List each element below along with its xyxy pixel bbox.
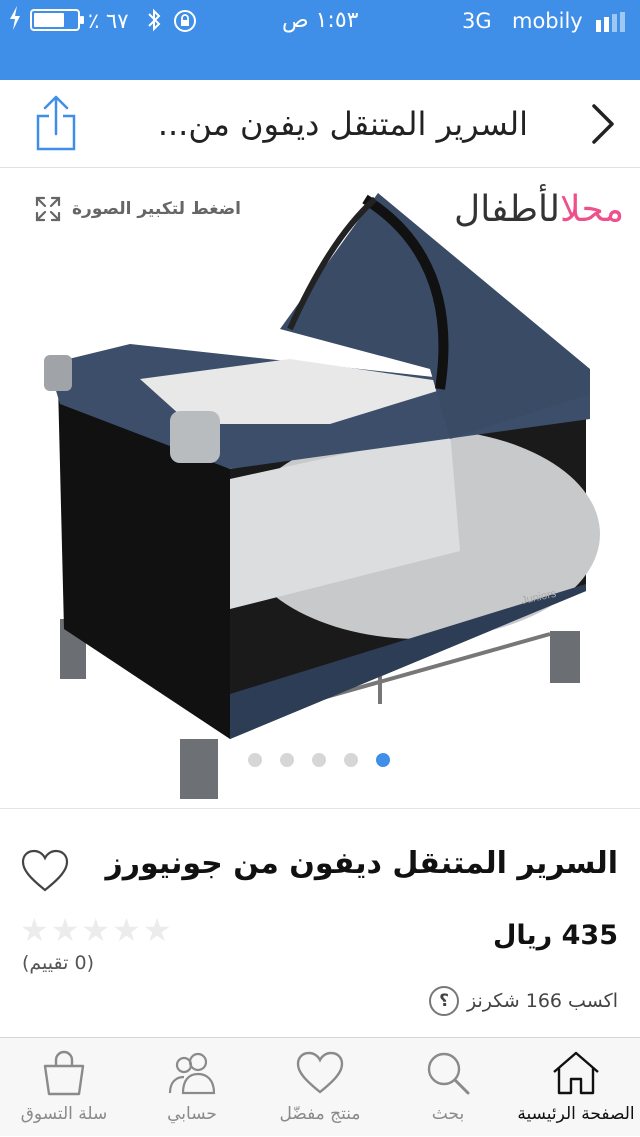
carrier-name: mobily bbox=[512, 9, 583, 33]
tab-label: الصفحة الرئيسية bbox=[517, 1104, 635, 1124]
wishlist-button[interactable] bbox=[20, 848, 70, 894]
divider bbox=[0, 808, 640, 809]
pager-dot[interactable] bbox=[248, 753, 262, 767]
expand-icon bbox=[35, 196, 61, 222]
pager-dot[interactable] bbox=[280, 753, 294, 767]
signal-icon bbox=[596, 12, 632, 32]
tab-account[interactable]: حسابي bbox=[128, 1038, 256, 1137]
rating-count[interactable]: (0 تقييم) bbox=[22, 952, 94, 974]
share-button[interactable] bbox=[32, 94, 80, 152]
zoom-hint-label: اضغط لتكبير الصورة bbox=[72, 199, 241, 219]
logo-part2: الأطفال bbox=[454, 189, 561, 230]
share-icon bbox=[36, 95, 76, 151]
logo-part1: محل bbox=[559, 189, 625, 230]
status-time: ١:٥٣ ص bbox=[282, 8, 359, 33]
users-icon bbox=[168, 1052, 216, 1095]
star-icon: ★ bbox=[112, 911, 141, 949]
tab-search[interactable]: بحث bbox=[384, 1038, 512, 1137]
charging-icon bbox=[8, 5, 22, 39]
heart-icon bbox=[296, 1051, 344, 1094]
tab-label: منتج مفضّل bbox=[279, 1104, 361, 1124]
star-icon: ★ bbox=[81, 911, 111, 949]
home-icon bbox=[553, 1051, 599, 1095]
pager-dot[interactable] bbox=[344, 753, 358, 767]
battery-percent: ٪ ٦٧ bbox=[88, 9, 129, 33]
page-title: السرير المتنقل ديفون من... bbox=[157, 105, 528, 143]
product-price: 435 ريال bbox=[492, 920, 618, 951]
back-button[interactable] bbox=[588, 100, 618, 148]
chevron-right-icon bbox=[592, 104, 614, 144]
tab-label: حسابي bbox=[167, 1104, 217, 1124]
star-icon: ★ bbox=[50, 911, 80, 949]
tab-label: بحث bbox=[431, 1104, 465, 1124]
pager-dot[interactable] bbox=[312, 753, 326, 767]
nav-header: السرير المتنقل ديفون من... bbox=[0, 80, 640, 168]
bluetooth-icon bbox=[146, 7, 162, 41]
star-icon: ★ bbox=[142, 911, 172, 949]
zoom-hint[interactable]: اضغط لتكبير الصورة bbox=[34, 191, 241, 227]
heart-icon bbox=[21, 849, 69, 892]
network-type: 3G bbox=[462, 9, 492, 33]
tab-cart[interactable]: سلة التسوق bbox=[0, 1038, 128, 1137]
product-image[interactable]: Juniors bbox=[30, 179, 610, 799]
status-bar: ٪ ٦٧ ١:٥٣ ص 3G mobily bbox=[0, 0, 640, 80]
tab-home[interactable]: الصفحة الرئيسية bbox=[512, 1038, 640, 1137]
store-logo: محلالأطفال bbox=[454, 189, 625, 230]
gallery-pager[interactable] bbox=[248, 753, 390, 767]
tab-bar: الصفحة الرئيسية بحث منتج مفضّل حسابي سلة… bbox=[0, 1037, 640, 1136]
loyalty-points: اكسب 166 شكرنز ؟ bbox=[429, 986, 618, 1016]
points-label: اكسب 166 شكرنز bbox=[467, 990, 618, 1012]
product-name: السرير المتنقل ديفون من جونيورز bbox=[105, 846, 619, 881]
product-gallery[interactable]: Juniors اضغط لتكبير الصورة محلالأطفال bbox=[0, 169, 640, 809]
pager-dot-active[interactable] bbox=[376, 753, 390, 767]
star-icon: ★ bbox=[20, 911, 49, 949]
tab-label: سلة التسوق bbox=[20, 1104, 108, 1124]
rotation-lock-icon bbox=[172, 8, 198, 42]
search-icon bbox=[427, 1052, 470, 1095]
help-icon[interactable]: ؟ bbox=[429, 986, 460, 1016]
rating-stars: ★ ★ ★ ★ ★ bbox=[20, 914, 171, 946]
battery-icon bbox=[30, 9, 84, 31]
tab-favorites[interactable]: منتج مفضّل bbox=[256, 1038, 384, 1137]
bag-icon bbox=[43, 1050, 85, 1096]
